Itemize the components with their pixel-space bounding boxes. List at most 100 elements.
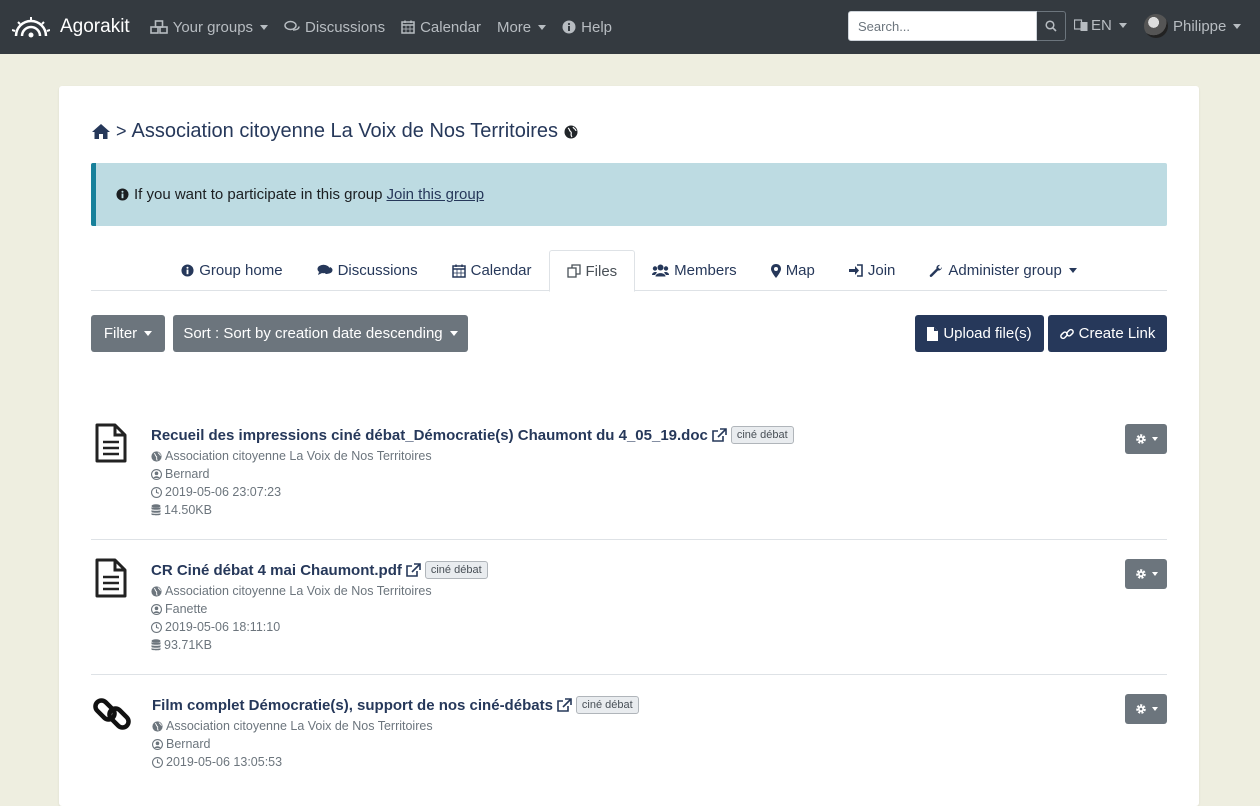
tab-discussions[interactable]: Discussions xyxy=(300,250,435,291)
filter-button-label: Filter xyxy=(103,325,138,342)
tab-administer-group[interactable]: Administer group xyxy=(912,250,1093,291)
language-selector[interactable]: EN xyxy=(1074,17,1127,34)
tab-join[interactable]: Join xyxy=(832,250,913,291)
nav-more[interactable]: More xyxy=(496,18,547,36)
top-navbar: Agorakit Your groups Discussions Calenda… xyxy=(0,0,1260,54)
file-group: Association citoyenne La Voix de Nos Ter… xyxy=(151,584,432,598)
chevron-down-icon xyxy=(1151,437,1158,441)
external-link-icon[interactable] xyxy=(557,698,572,712)
filter-button[interactable]: Filter xyxy=(91,315,165,352)
file-group-label[interactable]: Association citoyenne La Voix de Nos Ter… xyxy=(166,719,433,733)
file-size: 14.50KB xyxy=(151,503,212,517)
document-icon xyxy=(93,558,129,602)
tab-calendar[interactable]: Calendar xyxy=(435,250,549,291)
file-group-label[interactable]: Association citoyenne La Voix de Nos Ter… xyxy=(165,449,432,463)
tab-group-home[interactable]: Group home xyxy=(164,250,299,291)
avatar xyxy=(1144,14,1168,38)
database-icon xyxy=(151,639,161,651)
file-title-link[interactable]: Film complet Démocratie(s), support de n… xyxy=(152,697,553,714)
file-date-label: 2019-05-06 18:11:10 xyxy=(165,620,281,634)
tab-files-label: Files xyxy=(585,262,618,280)
group-title[interactable]: Association citoyenne La Voix de Nos Ter… xyxy=(132,120,559,143)
globe-icon xyxy=(151,585,162,597)
tab-members-label: Members xyxy=(674,262,737,279)
chevron-down-icon xyxy=(1151,572,1158,576)
file-title-link[interactable]: CR Ciné débat 4 mai Chaumont.pdf xyxy=(151,562,402,579)
chevron-down-icon xyxy=(1233,23,1242,29)
file-title: Film complet Démocratie(s), support de n… xyxy=(152,696,639,714)
calendar-icon xyxy=(451,264,466,278)
chevron-down-icon xyxy=(1151,707,1158,711)
create-link-label: Create Link xyxy=(1078,325,1156,342)
file-group: Association citoyenne La Voix de Nos Ter… xyxy=(151,449,432,463)
comments-icon xyxy=(284,20,300,34)
create-link-button[interactable]: Create Link xyxy=(1048,315,1167,352)
file-title: Recueil des impressions ciné débat_Démoc… xyxy=(151,426,794,444)
files-icon xyxy=(566,264,581,278)
globe-icon xyxy=(152,720,163,732)
user-circle-icon xyxy=(152,738,163,750)
nav-help[interactable]: Help xyxy=(562,19,612,36)
file-date-label: 2019-05-06 23:07:23 xyxy=(165,485,282,499)
clock-icon xyxy=(152,756,163,768)
tab-calendar-label: Calendar xyxy=(470,262,532,279)
file-tag[interactable]: ciné débat xyxy=(424,561,488,579)
nav-help-label: Help xyxy=(581,18,612,36)
comments-icon xyxy=(317,264,333,277)
file-date-label: 2019-05-06 13:05:53 xyxy=(166,755,283,769)
external-link-icon[interactable] xyxy=(712,428,727,442)
nav-more-label: More xyxy=(496,18,532,36)
brand[interactable]: Agorakit xyxy=(12,16,130,38)
users-icon xyxy=(652,264,670,277)
file-size-label: 14.50KB xyxy=(164,503,212,517)
tab-map[interactable]: Map xyxy=(754,250,832,291)
alert-text: If you want to participate in this group xyxy=(134,186,383,203)
file-author-label[interactable]: Bernard xyxy=(165,467,209,481)
tab-files[interactable]: Files xyxy=(548,250,636,292)
sort-button[interactable]: Sort : Sort by creation date descending xyxy=(173,315,468,352)
info-circle-icon xyxy=(181,264,194,277)
upload-files-label: Upload file(s) xyxy=(943,325,1032,342)
breadcrumb: > Association citoyenne La Voix de Nos T… xyxy=(91,120,578,143)
chevron-down-icon xyxy=(144,331,153,336)
file-date: 2019-05-06 18:11:10 xyxy=(151,620,280,634)
nav-discussions[interactable]: Discussions xyxy=(284,19,385,36)
file-list-item: CR Ciné débat 4 mai Chaumont.pdf ciné dé… xyxy=(91,558,1167,675)
file-author: Bernard xyxy=(151,467,209,481)
file-author-label[interactable]: Bernard xyxy=(166,737,210,751)
file-group-label[interactable]: Association citoyenne La Voix de Nos Ter… xyxy=(165,584,432,598)
chain-link-icon xyxy=(93,695,131,737)
file-author-label[interactable]: Fanette xyxy=(165,602,207,616)
tab-members[interactable]: Members xyxy=(635,250,754,291)
search-input[interactable] xyxy=(848,11,1037,41)
file-tag[interactable]: ciné débat xyxy=(575,696,639,714)
file-group: Association citoyenne La Voix de Nos Ter… xyxy=(152,719,433,733)
user-menu[interactable]: Philippe xyxy=(1144,14,1242,38)
tab-discussions-label: Discussions xyxy=(337,262,418,279)
external-link-icon[interactable] xyxy=(406,563,421,577)
nav-calendar-label: Calendar xyxy=(420,18,481,36)
search-button[interactable] xyxy=(1037,11,1066,41)
file-size-label: 93.71KB xyxy=(164,638,212,652)
file-author: Bernard xyxy=(152,737,210,751)
nav-calendar[interactable]: Calendar xyxy=(401,19,481,36)
file-actions-button[interactable] xyxy=(1125,694,1167,724)
language-label: EN xyxy=(1091,17,1112,34)
tab-administer-group-label: Administer group xyxy=(948,262,1062,279)
home-icon[interactable] xyxy=(91,123,111,140)
sort-button-label: Sort : Sort by creation date descending xyxy=(183,325,443,342)
chevron-down-icon xyxy=(1118,23,1127,28)
upload-files-button[interactable]: Upload file(s) xyxy=(915,315,1044,352)
chevron-down-icon xyxy=(538,24,547,30)
info-circle-icon xyxy=(562,20,576,34)
join-group-link[interactable]: Join this group xyxy=(386,186,484,203)
nav-your-groups[interactable]: Your groups xyxy=(149,19,269,36)
file-icon xyxy=(927,326,939,341)
clock-icon xyxy=(151,621,162,633)
file-actions-button[interactable] xyxy=(1125,559,1167,589)
file-actions-button[interactable] xyxy=(1125,424,1167,454)
file-title-link[interactable]: Recueil des impressions ciné débat_Démoc… xyxy=(151,427,708,444)
cubes-icon xyxy=(149,20,168,34)
file-tag[interactable]: ciné débat xyxy=(730,426,794,444)
file-title: CR Ciné débat 4 mai Chaumont.pdf ciné dé… xyxy=(151,561,488,579)
